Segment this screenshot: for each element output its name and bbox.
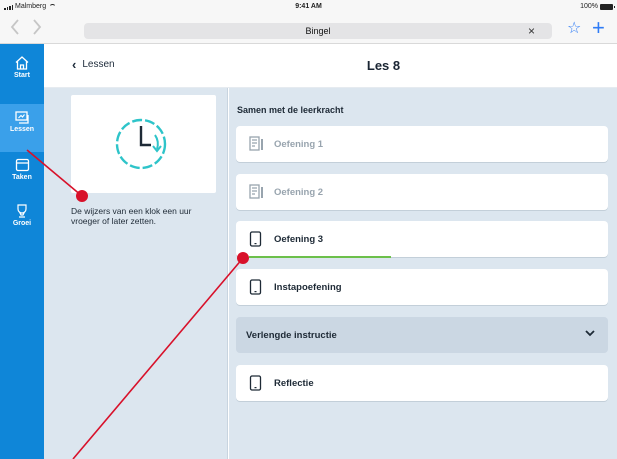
exercise-card-instapoefening[interactable]: Instapoefening (236, 269, 608, 305)
tablet-icon (249, 231, 262, 247)
growth-icon (17, 204, 27, 218)
lessons-icon (14, 111, 29, 124)
tablet-icon (249, 375, 262, 391)
star-icon: ☆ (567, 20, 582, 37)
browser-back-button[interactable] (8, 19, 22, 39)
clear-url-button[interactable]: × (528, 22, 535, 40)
exercise-card-oefening-1[interactable]: Oefening 1 (236, 126, 608, 162)
exercise-card-reflectie[interactable]: Reflectie (236, 365, 608, 401)
exercise-panel: Samen met de leerkracht Oefening 1 Oefen… (229, 88, 617, 459)
accordion-label: Verlengde instructie (246, 330, 337, 341)
sidebar-item-label: Taken (12, 174, 32, 181)
lesson-header: ‹ Lessen Les 8 (44, 44, 617, 88)
address-bar[interactable]: Bingel (84, 23, 552, 39)
extended-instruction-accordion[interactable]: Verlengde instructie (236, 317, 608, 353)
clock-icon (115, 118, 167, 170)
section-title: Samen met de leerkracht (237, 105, 344, 115)
sidebar-item-taken[interactable]: Taken (0, 152, 44, 200)
bookmark-button[interactable]: ☆ (567, 19, 581, 39)
close-icon: × (528, 24, 536, 38)
battery-icon (600, 3, 615, 10)
exercise-progress-bar (249, 256, 391, 258)
battery-percent: 100% (580, 3, 598, 10)
sidebar-item-label: Groei (12, 220, 32, 227)
lesson-description: De wijzers van een klok een uur vroeger … (71, 206, 192, 226)
exercise-label: Oefening 3 (274, 234, 324, 245)
tasks-icon (15, 158, 29, 172)
status-time: 9:41 AM (295, 3, 322, 10)
browser-toolbar: Bingel × ☆ + (0, 14, 617, 44)
chevron-right-icon (33, 19, 42, 35)
status-bar: Malmberg 9:41 AM 100% (0, 0, 617, 14)
sidebar-item-label: Lessen (9, 126, 35, 133)
lesson-illustration-card (71, 95, 216, 193)
sidebar: Start Lessen Taken Groei (0, 44, 44, 459)
home-icon (15, 56, 29, 70)
new-tab-button[interactable]: + (592, 16, 605, 40)
exercise-card-oefening-2[interactable]: Oefening 2 (236, 174, 608, 210)
plus-icon: + (592, 15, 605, 40)
battery-status: 100% (580, 3, 615, 10)
exercise-card-oefening-3[interactable]: Oefening 3 (236, 221, 608, 258)
worksheet-icon (249, 184, 263, 199)
exercise-label: Oefening 1 (274, 139, 324, 150)
chevron-left-icon (10, 19, 19, 35)
tablet-icon (249, 279, 262, 295)
sidebar-item-groei[interactable]: Groei (0, 198, 44, 246)
chevron-down-icon (585, 330, 595, 337)
worksheet-icon (249, 136, 263, 151)
page-title: Les 8 (366, 58, 401, 73)
browser-forward-button[interactable] (30, 19, 44, 39)
lesson-info-panel: De wijzers van een klok een uur vroeger … (44, 88, 228, 459)
sidebar-item-start[interactable]: Start (0, 50, 44, 98)
exercise-label: Instapoefening (274, 282, 342, 293)
exercise-label: Reflectie (274, 378, 314, 389)
exercise-label: Oefening 2 (274, 187, 324, 198)
sidebar-item-lessen[interactable]: Lessen (0, 104, 44, 152)
sidebar-item-label: Start (14, 72, 30, 79)
